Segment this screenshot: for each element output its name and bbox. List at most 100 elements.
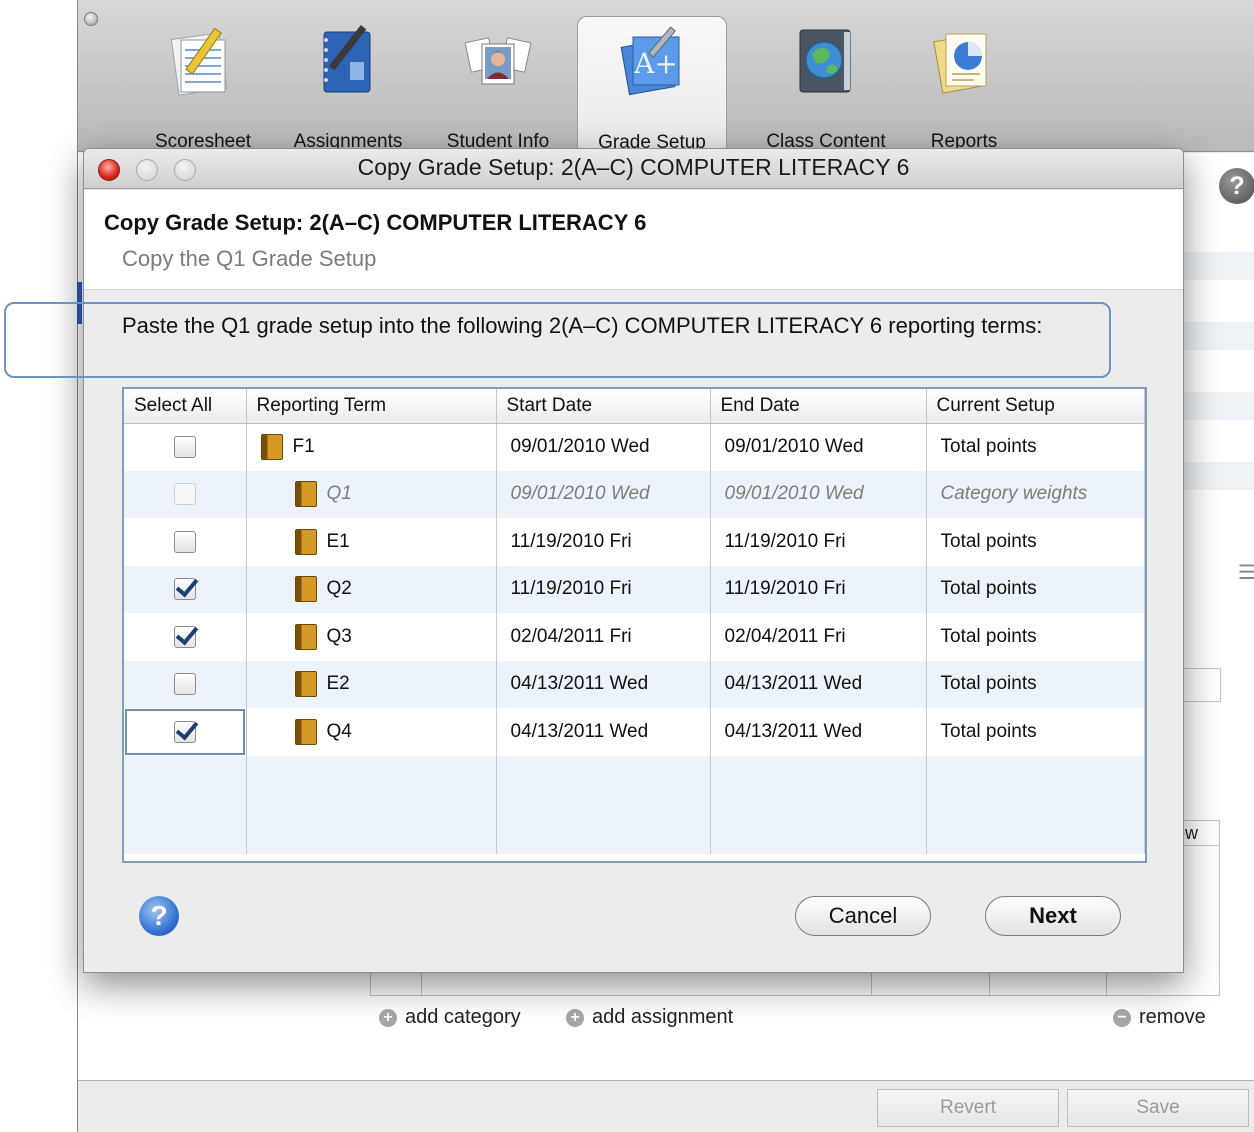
empty-row [124,755,1145,805]
select-cell[interactable] [124,708,247,756]
assignments-icon [323,25,371,93]
table-header-row: Select All Reporting Term Start Date End… [124,389,1145,424]
start-date-header[interactable]: Start Date [496,389,711,424]
end-date-header[interactable]: End Date [710,389,927,424]
term-label: Q1 [326,483,352,505]
tab-assignments[interactable]: Assignments [273,16,423,152]
term-label: Q4 [326,720,352,742]
folder-icon [294,671,317,698]
next-button[interactable]: Next [985,896,1121,936]
term-cell: Q1 [246,470,497,518]
select-cell[interactable] [124,613,247,661]
minus-icon: − [1113,1008,1131,1027]
remove-button[interactable]: − remove [1113,1006,1206,1029]
select-cell[interactable] [124,565,247,613]
table-row[interactable]: Q3 02/04/2011 Fri 02/04/2011 Fri Total p… [124,613,1145,661]
save-button[interactable]: Save [1067,1089,1249,1127]
term-cell: E1 [246,518,497,566]
checkbox-q1 [173,483,196,506]
reporting-term-header[interactable]: Reporting Term [246,389,497,424]
current-setup-cell: Total points [926,708,1145,756]
resize-handle-icon[interactable]: ☰ [1238,560,1254,585]
table-row[interactable]: Q4 04/13/2011 Wed 04/13/2011 Wed Total p… [124,708,1145,756]
current-setup-cell: Total points [926,613,1145,661]
empty-row [124,804,1145,854]
start-date-cell: 11/19/2010 Fri [496,565,711,613]
table-row[interactable]: E2 04/13/2011 Wed 04/13/2011 Wed Total p… [124,660,1145,708]
window-title: Copy Grade Setup: 2(A–C) COMPUTER LITERA… [357,154,910,180]
current-setup-cell: Total points [926,423,1145,471]
end-date-cell: 04/13/2011 Wed [710,660,927,708]
table-row[interactable]: Q2 11/19/2010 Fri 11/19/2010 Fri Total p… [124,565,1145,613]
checkbox-q3[interactable] [173,625,196,648]
start-date-cell: 11/19/2010 Fri [496,518,711,566]
cancel-button[interactable]: Cancel [795,896,931,936]
help-icon[interactable]: ? [139,896,179,936]
start-date-cell: 02/04/2011 Fri [496,613,711,661]
term-cell: E2 [246,660,497,708]
tab-grade-setup[interactable]: A+ Grade Setup [577,16,727,153]
start-date-cell: 09/01/2010 Wed [496,423,711,471]
select-cell[interactable] [124,518,247,566]
revert-button[interactable]: Revert [877,1089,1059,1127]
window-toolbar-button[interactable] [84,12,98,26]
header-subtitle: Copy the Q1 Grade Setup [122,246,377,271]
select-cell [124,470,247,518]
select-cell[interactable] [124,660,247,708]
select-cell[interactable] [124,423,247,471]
current-setup-cell: Total points [926,518,1145,566]
tab-reports[interactable]: Reports [889,16,1039,152]
table-row[interactable]: F1 09/01/2010 Wed 09/01/2010 Wed Total p… [124,423,1145,471]
remove-label: remove [1139,1006,1206,1028]
end-date-cell: 11/19/2010 Fri [710,518,927,566]
checkbox-q4[interactable] [173,720,196,743]
tab-class-content[interactable]: Class Content [751,16,901,152]
folder-icon [294,576,317,603]
reporting-terms-table: Select All Reporting Term Start Date End… [122,387,1147,863]
folder-icon [294,623,317,650]
checkbox-e2[interactable] [173,673,196,696]
current-setup-cell: Total points [926,565,1145,613]
start-date-cell: 04/13/2011 Wed [496,708,711,756]
folder-icon [294,528,317,555]
folder-icon [294,718,317,745]
tab-student-info[interactable]: Student Info [423,16,573,152]
term-label: Q3 [326,625,352,647]
start-date-cell: 04/13/2011 Wed [496,660,711,708]
dialog-titlebar: Copy Grade Setup: 2(A–C) COMPUTER LITERA… [84,149,1183,189]
copy-grade-setup-dialog: Copy Grade Setup: 2(A–C) COMPUTER LITERA… [83,148,1184,973]
end-date-cell: 09/01/2010 Wed [710,423,927,471]
start-date-cell: 09/01/2010 Wed [496,470,711,518]
plus-icon: + [379,1008,397,1027]
table-row[interactable]: E1 11/19/2010 Fri 11/19/2010 Fri Total p… [124,518,1145,566]
select-all-header[interactable]: Select All [124,389,247,424]
term-label: F1 [292,436,315,458]
header-title: Copy Grade Setup: 2(A–C) COMPUTER LITERA… [104,210,647,235]
term-label: Q2 [326,578,352,600]
class-content-icon [799,29,851,93]
dialog-header: Copy Grade Setup: 2(A–C) COMPUTER LITERA… [84,190,1183,290]
help-icon[interactable]: ? [1219,168,1254,204]
end-date-cell: 04/13/2011 Wed [710,708,927,756]
term-cell: Q2 [246,565,497,613]
scoresheet-icon [170,27,228,96]
add-category-label: add category [405,1006,521,1028]
end-date-cell: 11/19/2010 Fri [710,565,927,613]
term-label: E2 [326,673,350,695]
add-category-button[interactable]: + add category [379,1006,521,1029]
background-row [1178,392,1254,420]
current-setup-header[interactable]: Current Setup [926,389,1145,424]
checkbox-q2[interactable] [173,578,196,601]
background-row [1178,462,1254,490]
tab-scoresheet[interactable]: Scoresheet [128,16,278,152]
folder-icon [294,481,317,508]
current-setup-cell: Category weights [926,470,1145,518]
current-setup-cell: Total points [926,660,1145,708]
add-assignment-button[interactable]: + add assignment [566,1006,733,1029]
term-cell: F1 [246,423,497,471]
background-row [1178,252,1254,280]
checkbox-f1[interactable] [173,435,196,458]
term-cell: Q3 [246,613,497,661]
selection-marker [77,282,82,324]
checkbox-e1[interactable] [173,530,196,553]
